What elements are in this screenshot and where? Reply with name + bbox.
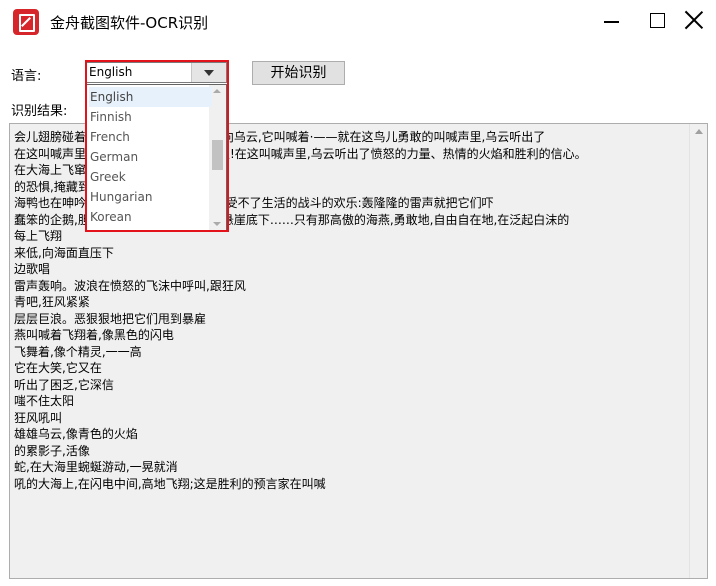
dropdown-option-finnish[interactable]: Finnish [89,107,212,127]
result-label: 识别结果: [11,104,68,119]
result-line: 青吧,狂风紧紧 [14,295,90,309]
scroll-down-icon[interactable] [213,222,221,226]
language-label: 语言: [11,69,42,84]
result-line: 狂风吼叫 [14,410,63,425]
result-line: 蛇,在大海里蜿蜒游动,一晃就消 [14,460,178,474]
chevron-down-icon [204,70,214,76]
result-line: 嗤不住太阳 [14,394,75,408]
language-select-value: English [89,65,133,79]
result-line: 燕叫喊着飞翔着,像黑色的闪电 [14,328,174,342]
window-title: 金舟截图软件-OCR识别 [50,14,209,32]
close-icon [684,10,704,30]
result-line: 来低,向海面直压下 [14,245,114,260]
result-line: 边歌唱 [14,262,51,276]
maximize-icon [650,13,665,28]
dropdown-option-korean[interactable]: Korean [89,207,212,227]
close-button[interactable] [670,0,716,44]
language-select[interactable]: English [86,62,227,83]
dropdown-option-hungarian[interactable]: Hungarian [89,187,212,207]
minimize-icon [604,21,619,23]
scroll-up-icon[interactable] [213,89,221,93]
result-line: 吼的大海上,在闪电中间,高地飞翔;这是胜利的预言家在叫喊 [14,476,326,491]
language-dropdown-list[interactable]: English Finnish French German Greek Hungarian… [86,84,227,231]
minimize-button[interactable] [588,0,634,44]
result-line: 雷声轰响。波浪在愤怒的飞沫中呼叫,跟狂风 [14,278,246,293]
result-line: 听出了困乏,它深信 [14,377,114,392]
dropdown-option-german[interactable]: German [89,147,212,167]
result-line: 层层巨浪。恶狠狠地把它们甩到暴雇 [14,311,207,326]
dropdown-option-french[interactable]: French [89,127,212,147]
dropdown-option-greek[interactable]: Greek [89,167,212,187]
start-recognition-button[interactable]: 开始识别 [252,61,345,85]
app-logo-icon [13,9,39,35]
result-line: 飞舞着,像个精灵,一一高 [14,344,142,359]
result-line: 它在大笑,它又在 [14,361,102,375]
dropdown-scroll-thumb[interactable] [212,140,223,170]
result-line: 的累影子,活像 [14,443,90,458]
title-bar: 金舟截图软件-OCR识别 [0,0,716,44]
scroll-up-icon[interactable] [695,129,703,134]
dropdown-option-english[interactable]: English [89,87,212,107]
result-line: 雄雄乌云,像青色的火焰 [14,427,138,441]
result-scrollbar[interactable] [689,124,707,578]
language-select-toggle[interactable] [191,63,226,82]
